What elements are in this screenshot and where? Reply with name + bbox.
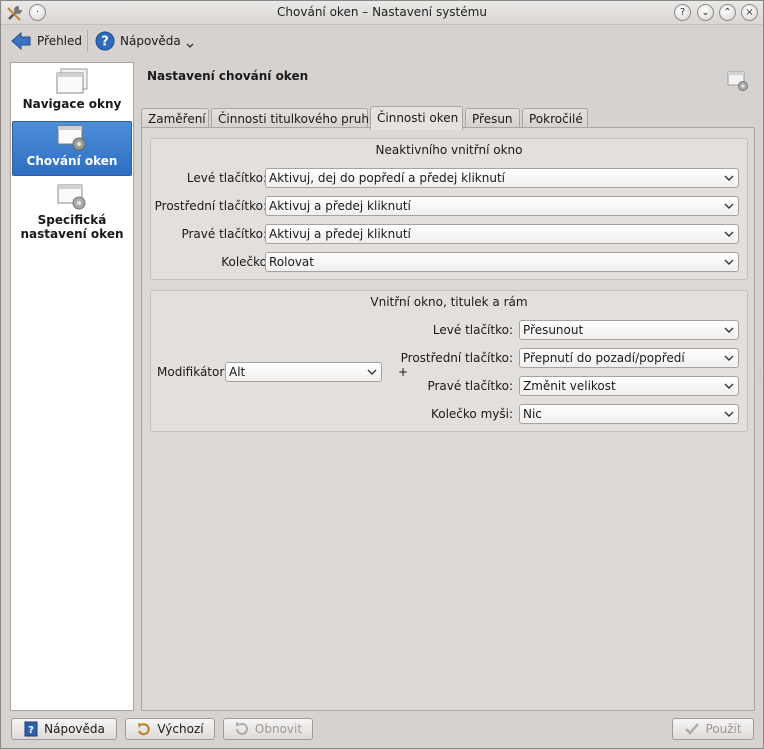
chevron-down-icon bbox=[724, 327, 734, 333]
apply-button[interactable]: Použít bbox=[672, 718, 754, 740]
restore-defaults-icon bbox=[138, 723, 151, 736]
chevron-down-icon bbox=[724, 175, 734, 181]
modifier-label: Modifikátor: bbox=[157, 365, 229, 379]
wheel-label: Kolečko bbox=[221, 255, 267, 269]
window-gear-icon bbox=[57, 125, 86, 151]
select-value: Aktivuj a předej kliknutí bbox=[269, 227, 411, 241]
settings-window: · Chování oken – Nastavení systému ? ⌄ ⌃… bbox=[0, 0, 764, 749]
chevron-down-icon bbox=[724, 355, 734, 361]
select-value: Rolovat bbox=[269, 255, 314, 269]
page-title: Nastavení chování oken bbox=[147, 69, 309, 83]
help-icon[interactable]: ? bbox=[674, 4, 691, 21]
apply-button-label: Použít bbox=[705, 722, 742, 736]
modifier-select[interactable]: Alt bbox=[225, 362, 382, 382]
help-label: Nápověda bbox=[120, 34, 181, 48]
inactive-left-button-select[interactable]: Aktivuj, dej do popředí a předej kliknut… bbox=[265, 168, 739, 188]
svg-text:?: ? bbox=[101, 35, 109, 50]
inactive-right-button-select[interactable]: Aktivuj a předej kliknutí bbox=[265, 224, 739, 244]
plus-sign: + bbox=[398, 365, 409, 379]
select-value: Nic bbox=[523, 407, 542, 421]
help-book-icon: ? bbox=[24, 721, 38, 737]
chevron-down-icon bbox=[724, 231, 734, 237]
left-button-label: Levé tlačítko: bbox=[186, 171, 267, 185]
help-button-label: Nápověda bbox=[44, 722, 105, 736]
minimize-icon[interactable]: ⌄ bbox=[697, 4, 714, 21]
sidebar-item-label: nastavení oken bbox=[20, 227, 124, 241]
overview-label: Přehled bbox=[37, 34, 83, 48]
select-value: Alt bbox=[229, 365, 246, 379]
frame-group: Vnitřní okno, titulek a rám Modifikátor:… bbox=[150, 290, 748, 432]
checkmark-icon bbox=[685, 723, 700, 735]
window-list-icon bbox=[56, 68, 88, 94]
sidebar-item-label: Specifická bbox=[37, 213, 107, 227]
maximize-icon[interactable]: ⌃ bbox=[719, 4, 736, 21]
inactive-middle-button-select[interactable]: Aktivuj a předej kliknutí bbox=[265, 196, 739, 216]
title-bar[interactable]: · Chování oken – Nastavení systému ? ⌄ ⌃… bbox=[1, 1, 763, 25]
group-title: Vnitřní okno, titulek a rám bbox=[370, 295, 528, 309]
tab-titlebar-actions[interactable]: Činnosti titulkového pruhu bbox=[211, 108, 377, 129]
sidebar-item-window-specific[interactable]: Specifická nastavení oken bbox=[12, 181, 132, 243]
toolbar: Přehled ? Nápověda bbox=[1, 26, 763, 56]
tab-window-actions[interactable]: Činnosti oken bbox=[370, 106, 463, 130]
select-value: Přepnutí do pozadí/popředí bbox=[523, 351, 685, 365]
frame-right-button-select[interactable]: Změnit velikost bbox=[519, 376, 739, 396]
sidebar-item-label: Navigace okny bbox=[22, 97, 122, 111]
reset-button-label: Obnovit bbox=[254, 722, 303, 736]
middle-button-label: Prostřední tlačítko: bbox=[154, 199, 267, 213]
left-button-label: Levé tlačítko: bbox=[432, 323, 513, 337]
overview-button[interactable]: Přehled bbox=[10, 28, 82, 54]
tab-focus[interactable]: Zaměření bbox=[141, 108, 209, 129]
tab-moving[interactable]: Přesun bbox=[465, 108, 520, 129]
defaults-button-label: Výchozí bbox=[157, 722, 204, 736]
frame-middle-button-select[interactable]: Přepnutí do pozadí/popředí bbox=[519, 348, 739, 368]
select-value: Změnit velikost bbox=[523, 379, 616, 393]
chevron-down-icon bbox=[724, 383, 734, 389]
defaults-button[interactable]: Výchozí bbox=[125, 718, 215, 740]
select-value: Přesunout bbox=[523, 323, 584, 337]
splitter-handle[interactable]: · · · bbox=[759, 367, 762, 383]
svg-text:?: ? bbox=[28, 725, 34, 736]
window-title: Chování oken – Nastavení systému bbox=[277, 5, 487, 19]
mouse-wheel-label: Kolečko myši: bbox=[430, 407, 513, 421]
select-value: Aktivuj a předej kliknutí bbox=[269, 199, 411, 213]
chevron-down-icon bbox=[724, 259, 734, 265]
window-gear-icon bbox=[727, 71, 748, 91]
toolbar-separator bbox=[87, 30, 88, 52]
sidebar: Navigace okny Chování oken Specifická na… bbox=[10, 62, 134, 711]
inactive-window-group: Neaktivního vnitřní okno Levé tlačítko: … bbox=[150, 138, 748, 280]
reset-icon bbox=[235, 722, 248, 735]
select-value: Aktivuj, dej do popředí a předej kliknut… bbox=[269, 171, 505, 185]
right-button-label: Pravé tlačítko: bbox=[427, 379, 513, 393]
chevron-down-icon bbox=[724, 411, 734, 417]
help-icon: ? bbox=[95, 31, 115, 51]
sidebar-item-label: Chování oken bbox=[26, 154, 118, 168]
middle-button-label: Prostřední tlačítko: bbox=[400, 351, 513, 365]
back-arrow-icon bbox=[11, 31, 31, 51]
sidebar-item-window-navigation[interactable]: Navigace okny bbox=[12, 67, 132, 119]
tab-panel: Neaktivního vnitřní okno Levé tlačítko: … bbox=[141, 127, 755, 711]
inactive-wheel-select[interactable]: Rolovat bbox=[265, 252, 739, 272]
right-button-label: Pravé tlačítko: bbox=[181, 227, 267, 241]
chevron-down-icon bbox=[367, 369, 377, 375]
reset-button[interactable]: Obnovit bbox=[223, 718, 313, 740]
window-gear-icon bbox=[57, 184, 86, 210]
frame-left-button-select[interactable]: Přesunout bbox=[519, 320, 739, 340]
chevron-down-icon bbox=[186, 43, 194, 48]
frame-wheel-select[interactable]: Nic bbox=[519, 404, 739, 424]
tab-advanced[interactable]: Pokročilé bbox=[522, 108, 588, 129]
help-menu-button[interactable]: ? Nápověda bbox=[95, 28, 200, 54]
close-icon[interactable]: × bbox=[741, 4, 758, 21]
chevron-down-icon bbox=[724, 203, 734, 209]
group-title: Neaktivního vnitřní okno bbox=[375, 143, 523, 157]
help-button[interactable]: ? Nápověda bbox=[11, 718, 117, 740]
sidebar-item-window-behavior[interactable]: Chování oken bbox=[12, 121, 132, 176]
